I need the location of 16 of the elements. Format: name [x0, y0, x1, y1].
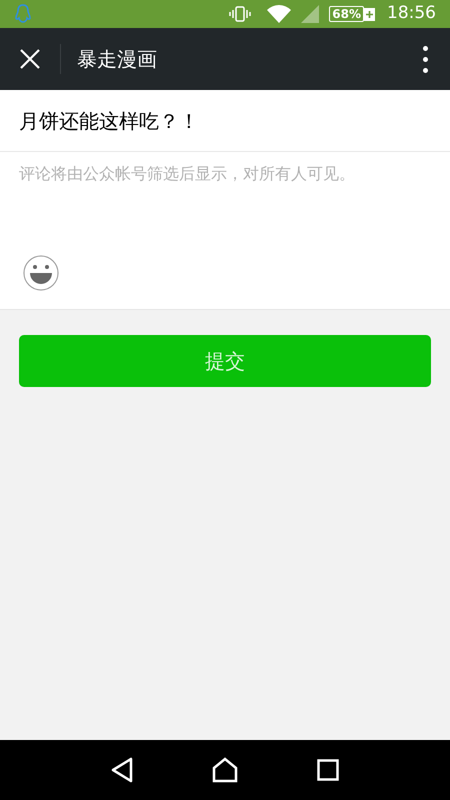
back-icon [110, 757, 133, 783]
comment-box[interactable]: 评论将由公众帐号筛选后显示，对所有人可见。 [0, 152, 450, 310]
penguin-icon [14, 4, 32, 24]
wifi-icon [267, 5, 292, 23]
close-icon [20, 49, 40, 69]
battery-indicator: 68% [329, 6, 375, 22]
smiley-icon[interactable] [23, 255, 59, 291]
signal-icon [301, 5, 320, 23]
square-icon [317, 759, 340, 781]
clock: 18:56 [387, 2, 436, 26]
home-icon [212, 757, 238, 783]
submit-button[interactable]: 提交 [19, 335, 431, 387]
vibrate-icon [229, 6, 252, 22]
window-title: 暴走漫画 [77, 46, 157, 73]
charging-icon [364, 8, 375, 20]
article-title: 月饼还能这样吃？！ [19, 108, 199, 134]
